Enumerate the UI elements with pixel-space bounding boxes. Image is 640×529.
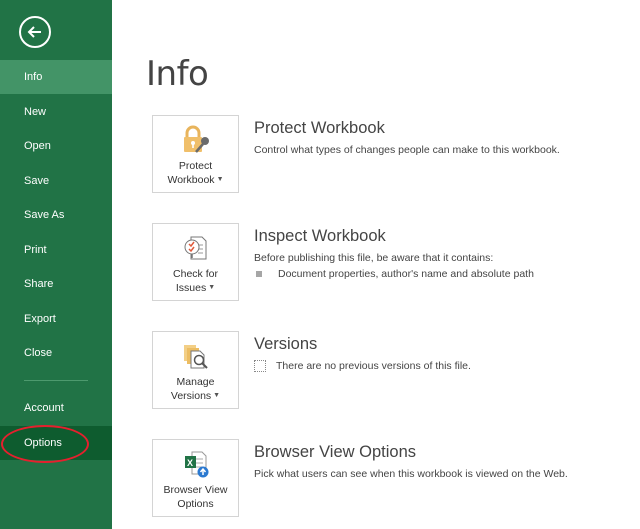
nav-item-export[interactable]: Export (0, 302, 112, 336)
nav-item-info[interactable]: Info (0, 60, 112, 94)
nav-label: Info (24, 71, 43, 83)
nav-label: Close (24, 347, 53, 359)
tile-label-line1: Protect (178, 160, 213, 172)
versions-title: Versions (254, 335, 318, 353)
protect-workbook-button[interactable]: Protect Workbook ▼ (152, 115, 239, 193)
tile-label-line1: Check for (173, 268, 218, 280)
nav-label: Print (24, 244, 47, 256)
manage-versions-icon (183, 345, 208, 369)
manage-versions-button[interactable]: Manage Versions ▼ (152, 331, 239, 409)
page-title: Info (146, 54, 209, 94)
nav-item-close[interactable]: Close (0, 336, 112, 370)
nav-label: Share (24, 278, 54, 290)
nav-item-print[interactable]: Print (0, 233, 112, 267)
nav-item-save-as[interactable]: Save As (0, 198, 112, 232)
back-arrow-icon (27, 26, 41, 38)
tile-label-line1: Manage (176, 376, 215, 388)
protect-workbook-desc: Control what types of changes people can… (254, 144, 560, 156)
back-button[interactable] (19, 16, 51, 48)
inspect-workbook-desc: Before publishing this file, be aware th… (254, 252, 494, 264)
dropdown-caret-icon: ▼ (216, 176, 224, 184)
lock-key-icon (183, 125, 209, 153)
nav-label: New (24, 106, 47, 118)
nav-item-open[interactable]: Open (0, 129, 112, 163)
nav-label: Save As (24, 209, 65, 221)
backstage-sidebar: Info New Open Save Save As Print Share E… (0, 0, 112, 529)
inspect-workbook-title: Inspect Workbook (254, 227, 386, 245)
tile-label-line1: Browser View (163, 484, 228, 496)
versions-status: There are no previous versions of this f… (254, 360, 471, 372)
no-versions-document-icon (254, 360, 266, 372)
check-for-issues-button[interactable]: Check for Issues ▼ (152, 223, 239, 301)
checklist-document-icon (184, 236, 206, 260)
bullet-text: Document properties, author's name and a… (278, 268, 534, 280)
bullet-square-icon (256, 271, 262, 277)
tile-label-line2: Issues (175, 282, 207, 294)
versions-desc: There are no previous versions of this f… (276, 360, 471, 372)
excel-browser-view-icon: X (184, 451, 208, 478)
nav-item-save[interactable]: Save (0, 164, 112, 198)
browser-view-options-desc: Pick what users can see when this workbo… (254, 468, 568, 480)
svg-text:X: X (187, 458, 193, 468)
tile-label-line2: Workbook (167, 174, 215, 186)
nav-item-account[interactable]: Account (0, 391, 112, 425)
nav-item-new[interactable]: New (0, 95, 112, 129)
nav-label: Account (24, 402, 64, 414)
nav-label: Save (24, 175, 50, 187)
protect-workbook-title: Protect Workbook (254, 119, 385, 137)
nav-divider (24, 380, 88, 381)
tile-label-line2: Versions (170, 390, 212, 402)
inspect-bullet-item: Document properties, author's name and a… (256, 268, 534, 280)
tile-label-line2: Options (177, 498, 214, 510)
browser-view-options-button[interactable]: X Browser View Options (152, 439, 239, 517)
nav-item-options[interactable]: Options (0, 426, 112, 460)
nav-label: Export (24, 313, 56, 325)
browser-view-options-title: Browser View Options (254, 443, 417, 461)
nav-label: Options (24, 437, 62, 449)
nav-label: Open (24, 140, 51, 152)
dropdown-caret-icon: ▼ (208, 284, 216, 292)
dropdown-caret-icon: ▼ (213, 392, 221, 400)
nav-item-share[interactable]: Share (0, 267, 112, 301)
